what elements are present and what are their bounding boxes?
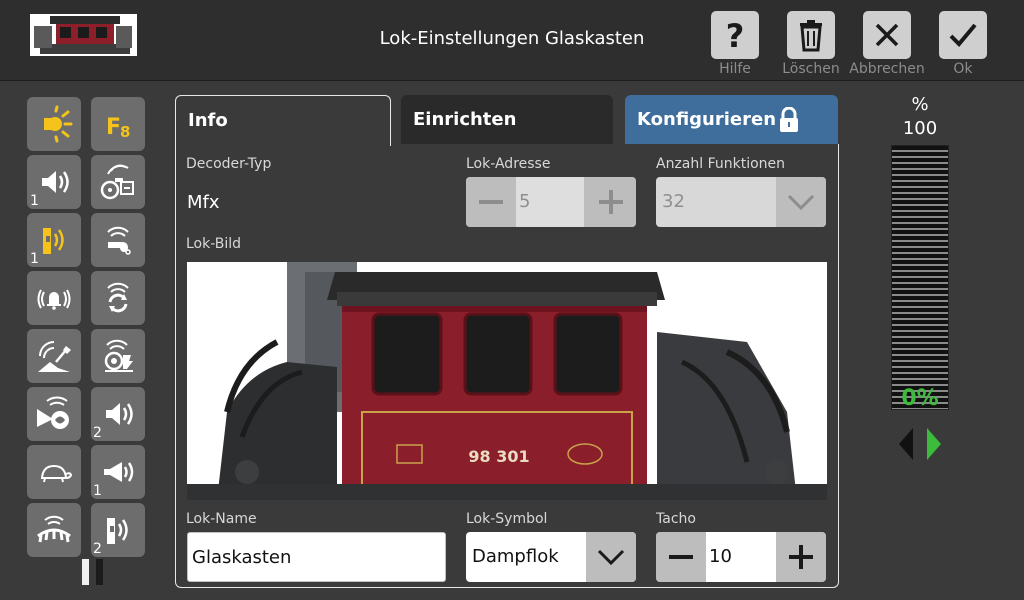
bell-icon	[37, 289, 71, 310]
coal-shovel-icon	[38, 341, 71, 372]
address-label: Lok-Adresse	[466, 156, 551, 172]
steam-engine-sound-icon	[100, 164, 134, 200]
help-button[interactable]: ?	[711, 11, 759, 59]
delete-button[interactable]	[787, 11, 835, 59]
loco-thumbnail	[30, 14, 137, 56]
address-increment-button[interactable]	[586, 177, 636, 227]
function-button-brake[interactable]	[91, 271, 145, 325]
whistle-icon	[107, 518, 128, 544]
loco-image-label: Lok-Bild	[186, 236, 242, 252]
air-pump-sound-icon	[37, 396, 69, 429]
trash-icon	[800, 20, 822, 52]
function-number: 1	[93, 483, 102, 499]
loco-name-value: Glaskasten	[192, 547, 292, 568]
tab-konfigurieren-label: Konfigurieren	[637, 109, 777, 130]
help-icon: ?	[726, 18, 745, 52]
close-icon	[875, 23, 899, 47]
address-input[interactable]: 5	[516, 177, 584, 227]
minus-icon	[479, 200, 503, 204]
speed-current: 0%	[901, 386, 939, 411]
address-decrement-button[interactable]	[466, 177, 516, 227]
header-bar: Lok-Einstellungen Glaskasten ? Hilfe Lös…	[0, 0, 1024, 81]
tacho-input[interactable]: 10	[706, 532, 776, 582]
tab-einrichten-label: Einrichten	[413, 109, 517, 130]
tab-konfigurieren[interactable]: Konfigurieren	[625, 95, 838, 145]
function-button-horn[interactable]	[91, 213, 145, 267]
loco-symbol-value: Dampflok	[472, 546, 559, 567]
whistle-icon	[43, 228, 64, 254]
rail-joint-icon	[37, 515, 71, 543]
function-button-rail-joint[interactable]	[27, 503, 81, 557]
generator-sound-icon	[104, 339, 133, 372]
check-icon	[949, 23, 977, 47]
function-number: 2	[93, 541, 102, 557]
direction-forward-button[interactable]	[925, 426, 943, 462]
chevron-down-icon	[597, 549, 625, 566]
speed-max: 100	[902, 118, 938, 139]
decoder-type-value: Mfx	[187, 192, 220, 213]
sound-icon	[42, 171, 69, 193]
plus-icon	[599, 190, 623, 214]
functions-count-select[interactable]: 32	[656, 177, 826, 227]
loco-name-label: Lok-Name	[186, 511, 257, 527]
svg-text:?: ?	[726, 18, 745, 52]
ok-button[interactable]	[939, 11, 987, 59]
tacho-decrement-button[interactable]	[656, 532, 706, 582]
function-button-f8[interactable]: F 8	[91, 97, 145, 151]
function-button-shunting[interactable]	[27, 445, 81, 499]
function-number: 1	[30, 193, 39, 209]
loco-symbol-label: Lok-Symbol	[466, 511, 548, 527]
light-icon	[44, 105, 73, 143]
loco-symbol-dropdown-button[interactable]	[586, 532, 636, 582]
svg-text:F: F	[106, 115, 121, 140]
function-f8-icon: F 8	[106, 115, 130, 141]
function-button-steam-engine[interactable]	[91, 155, 145, 209]
arrow-right-icon	[927, 428, 941, 460]
function-number: 1	[30, 251, 39, 267]
tab-info[interactable]: Info	[175, 95, 391, 146]
function-button-air-pump[interactable]	[27, 387, 81, 441]
direction-reverse-button[interactable]	[897, 426, 915, 462]
function-button-light[interactable]	[27, 97, 81, 151]
plus-icon	[789, 545, 813, 569]
address-stepper: 5	[466, 177, 636, 227]
tacho-stepper: 10	[656, 532, 826, 582]
tab-einrichten[interactable]: Einrichten	[401, 95, 613, 145]
sound-icon	[106, 403, 133, 425]
minus-icon	[669, 555, 693, 559]
svg-text:8: 8	[120, 123, 130, 141]
function-button-bell[interactable]	[27, 271, 81, 325]
loco-symbol-select[interactable]: Dampflok	[466, 532, 636, 582]
ok-label: Ok	[953, 61, 973, 77]
speed-unit: %	[911, 94, 929, 115]
shunting-speed-icon	[40, 464, 73, 483]
decoder-type-label: Decoder-Typ	[186, 156, 272, 172]
lock-icon	[780, 107, 798, 132]
horn-icon	[107, 226, 131, 255]
tacho-increment-button[interactable]	[776, 532, 826, 582]
chevron-down-icon	[787, 194, 815, 211]
function-button-coal-shovel[interactable]	[27, 329, 81, 383]
loco-image[interactable]: 98 301	[187, 262, 827, 500]
info-panel: Decoder-Typ Mfx Lok-Adresse 5 Anzahl Fun…	[175, 144, 839, 588]
sidebar-page-indicator[interactable]	[82, 559, 106, 585]
announcement-icon	[104, 462, 134, 482]
arrow-left-icon	[899, 428, 913, 460]
loco-name-input[interactable]: Glaskasten	[187, 532, 446, 582]
functions-count-value: 32	[662, 191, 685, 212]
function-number: 2	[93, 425, 102, 441]
function-button-generator[interactable]	[91, 329, 145, 383]
cancel-button[interactable]	[863, 11, 911, 59]
brake-sound-icon	[107, 282, 129, 313]
tab-info-label: Info	[188, 110, 228, 131]
loco-number-plate: 98 301	[468, 447, 529, 466]
speed-slider[interactable]	[891, 145, 949, 410]
page-title: Lok-Einstellungen Glaskasten	[379, 28, 645, 49]
functions-count-label: Anzahl Funktionen	[656, 156, 786, 172]
tacho-label: Tacho	[656, 511, 696, 527]
functions-count-dropdown-button[interactable]	[776, 177, 826, 227]
